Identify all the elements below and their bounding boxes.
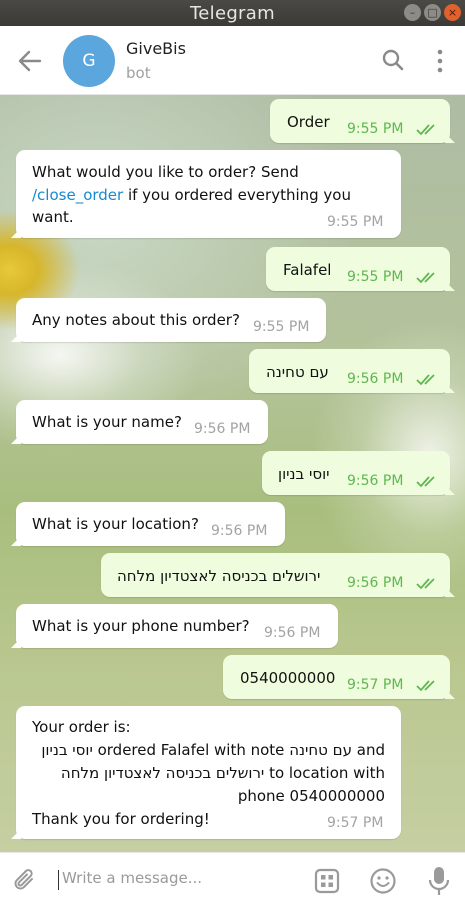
message-line: want. bbox=[32, 208, 74, 226]
double-check-icon bbox=[416, 374, 435, 386]
double-check-icon bbox=[416, 476, 435, 488]
chat-name[interactable]: GiveBis bbox=[126, 39, 186, 58]
message-text: What is your phone number? bbox=[32, 617, 250, 635]
message-text: What would you like to order? Send /clos… bbox=[32, 161, 351, 229]
microphone-icon[interactable] bbox=[428, 866, 450, 896]
double-check-icon bbox=[416, 272, 435, 284]
chat-history[interactable]: Order 9:55 PM What would you like to ord… bbox=[0, 95, 465, 852]
message-line: ירושלים בכניסה לאצטדיון מלחה to location… bbox=[60, 764, 385, 782]
double-check-icon bbox=[416, 680, 435, 692]
message-line: What would you like to order? Send bbox=[32, 163, 299, 181]
message-line: phone 0540000000 bbox=[237, 787, 385, 805]
emoji-icon[interactable] bbox=[369, 867, 397, 895]
message-incoming[interactable]: Any notes about this order? 9:55 PM bbox=[11, 298, 326, 342]
message-time: 9:56 PM bbox=[347, 473, 404, 489]
message-incoming[interactable]: What is your phone number? 9:56 PM bbox=[11, 604, 338, 648]
message-incoming[interactable]: What is your location? 9:56 PM bbox=[11, 502, 285, 546]
message-outgoing[interactable]: עם טחינה 9:56 PM bbox=[249, 349, 455, 393]
message-text: What is your location? bbox=[32, 515, 199, 533]
message-outgoing[interactable]: 0540000000 9:57 PM bbox=[223, 655, 455, 699]
window-controls: – □ × bbox=[404, 4, 461, 21]
message-text: Any notes about this order? bbox=[32, 311, 240, 329]
message-line: Thank you for ordering! bbox=[32, 810, 210, 828]
message-outgoing[interactable]: Falafel 9:55 PM bbox=[266, 247, 455, 291]
message-text: Falafel bbox=[283, 261, 332, 279]
message-time: 9:57 PM bbox=[327, 815, 384, 831]
maximize-button[interactable]: □ bbox=[424, 4, 441, 21]
search-icon[interactable] bbox=[381, 48, 405, 72]
message-time: 9:57 PM bbox=[347, 677, 404, 693]
chat-status: bot bbox=[126, 64, 151, 82]
window-title: Telegram bbox=[190, 2, 275, 24]
message-line: Your order is: bbox=[32, 718, 131, 736]
message-time: 9:55 PM bbox=[347, 269, 404, 285]
message-outgoing[interactable]: יוסי בניון 9:56 PM bbox=[262, 451, 455, 495]
message-incoming[interactable]: What would you like to order? Send /clos… bbox=[11, 150, 401, 238]
avatar[interactable]: G bbox=[63, 35, 115, 87]
back-arrow-icon[interactable] bbox=[16, 48, 44, 74]
message-time: 9:56 PM bbox=[264, 625, 321, 641]
message-time: 9:56 PM bbox=[194, 421, 251, 437]
double-check-icon bbox=[416, 578, 435, 590]
message-outgoing[interactable]: ירושלים בכניסה לאצטדיון מלחה 9:56 PM bbox=[101, 553, 455, 597]
message-outgoing[interactable]: Order 9:55 PM bbox=[270, 99, 455, 143]
message-time: 9:55 PM bbox=[253, 319, 310, 335]
message-time: 9:56 PM bbox=[347, 371, 404, 387]
message-incoming[interactable]: What is your name? 9:56 PM bbox=[11, 400, 268, 444]
window-titlebar: Telegram – □ × bbox=[0, 0, 465, 26]
message-text: ירושלים בכניסה לאצטדיון מלחה bbox=[117, 567, 321, 585]
text-cursor bbox=[58, 870, 59, 890]
message-text: 0540000000 bbox=[240, 669, 336, 687]
bot-commands-icon[interactable] bbox=[314, 868, 340, 894]
minimize-button[interactable]: – bbox=[404, 4, 421, 21]
message-time: 9:56 PM bbox=[211, 523, 268, 539]
message-text: Order bbox=[287, 113, 330, 131]
message-input[interactable]: Write a message... bbox=[62, 869, 202, 887]
more-vertical-icon[interactable] bbox=[430, 48, 450, 74]
double-check-icon bbox=[416, 124, 435, 136]
message-line: יוסי בניון ordered Falafel with note עם … bbox=[41, 741, 385, 759]
chat-header: G GiveBis bot bbox=[0, 26, 465, 95]
message-text: What is your name? bbox=[32, 413, 182, 431]
message-text: יוסי בניון bbox=[278, 465, 330, 483]
compose-bar: Write a message... bbox=[0, 852, 465, 904]
paperclip-icon[interactable] bbox=[12, 867, 38, 893]
message-line: if you ordered everything you bbox=[123, 185, 351, 204]
close-button[interactable]: × bbox=[444, 4, 461, 21]
message-time: 9:56 PM bbox=[347, 575, 404, 591]
message-time: 9:55 PM bbox=[347, 121, 404, 137]
message-time: 9:55 PM bbox=[327, 214, 384, 230]
close-order-command-link[interactable]: /close_order bbox=[32, 186, 123, 204]
message-text: עם טחינה bbox=[266, 363, 329, 381]
message-incoming[interactable]: Your order is: יוסי בניון ordered Falafe… bbox=[11, 706, 401, 839]
